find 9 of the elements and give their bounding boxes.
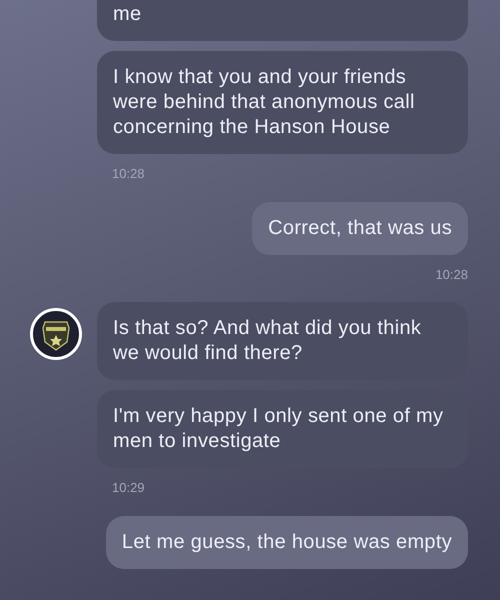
received-message-bubble: me [97, 0, 468, 41]
received-message-bubble: Is that so? And what did you think we would find there? [97, 302, 468, 380]
message-time: 10:28 [112, 166, 145, 181]
sent-message-bubble: Let me guess, the house was empty [106, 516, 468, 568]
received-message-bubble: I'm very happy I only sent one of my men to investigate [97, 390, 468, 468]
received-message-bubble: I know that you and your friends were behind that anonymous call concerning the Hanson House [97, 51, 468, 154]
sent-message-bubble: Correct, that was us [252, 202, 468, 254]
message-time: 10:28 [435, 266, 468, 282]
message-time: 10:29 [112, 480, 145, 495]
